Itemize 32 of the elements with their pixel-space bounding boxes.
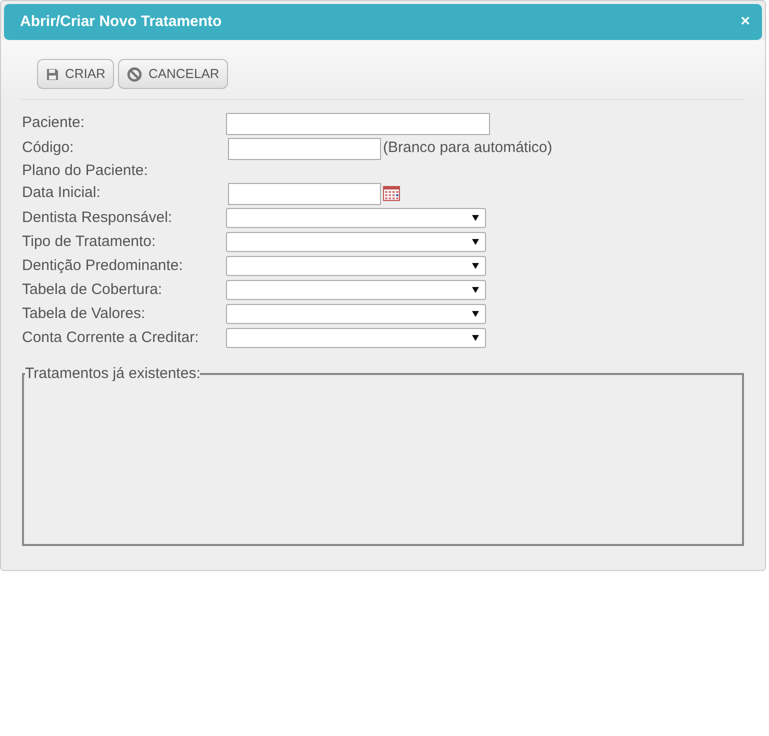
dropdown-field[interactable] — [226, 280, 486, 300]
patient-field[interactable] — [226, 112, 490, 134]
dropdown-arrow-icon — [472, 311, 479, 317]
create-button[interactable]: CRIAR — [37, 59, 114, 89]
cancel-button[interactable]: CANCELAR — [118, 59, 228, 89]
dropdown-arrow-icon — [472, 287, 479, 293]
date-field[interactable] — [228, 182, 381, 204]
field-label: Tipo de Tratamento: — [22, 232, 157, 252]
dropdown-arrow-icon — [472, 335, 479, 341]
dropdown-field[interactable] — [226, 256, 486, 276]
dropdown-field[interactable] — [226, 232, 486, 252]
field-hint: (Branco para automático) — [383, 138, 552, 158]
field-label: Conta Corrente a Creditar: — [22, 328, 200, 348]
field-label: Paciente: — [22, 113, 86, 134]
dropdown-arrow-icon — [472, 239, 479, 245]
dropdown-field[interactable] — [226, 304, 486, 324]
field-label: Plano do Paciente: — [22, 160, 149, 181]
field-label: Dentista Responsável: — [22, 208, 174, 228]
field-label: Tabela de Valores: — [22, 304, 146, 324]
prohibited-icon — [127, 66, 142, 82]
dropdown-field[interactable] — [226, 208, 486, 228]
calendar-icon[interactable] — [383, 186, 400, 201]
dialog-title: Abrir/Criar Novo Tratamento — [20, 12, 222, 32]
dropdown-arrow-icon — [472, 263, 479, 269]
field-label: Data Inicial: — [22, 183, 102, 204]
dropdown-arrow-icon — [472, 215, 479, 221]
field-label: Tabela de Cobertura: — [22, 280, 164, 300]
dropdown-field[interactable] — [226, 328, 486, 348]
code-field[interactable] — [228, 138, 381, 160]
field-label: Código: — [22, 138, 75, 158]
panel-legend: Tratamentos já existentes: — [25, 363, 200, 386]
field-label: Dentição Predominante: — [22, 256, 184, 276]
